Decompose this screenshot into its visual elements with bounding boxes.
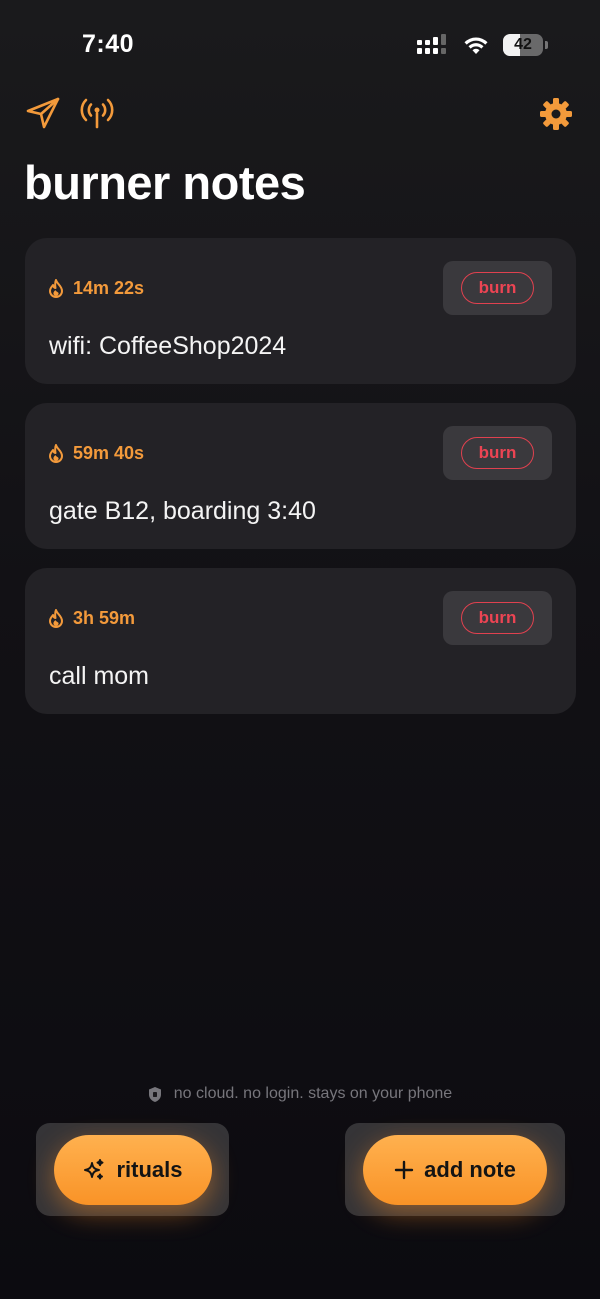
add-note-label: add note <box>424 1156 516 1182</box>
burn-button[interactable]: burn <box>461 437 534 469</box>
broadcast-button[interactable] <box>79 96 115 130</box>
burn-button-container: burn <box>443 261 552 315</box>
note-text: call mom <box>49 662 150 690</box>
note-card[interactable]: 3h 59m call mom burn <box>25 568 576 714</box>
rituals-button-container: rituals <box>36 1123 229 1216</box>
note-timer: 14m 22s <box>49 278 144 299</box>
wifi-icon <box>464 37 488 54</box>
rituals-button[interactable]: rituals <box>53 1134 212 1205</box>
rituals-label: rituals <box>116 1156 183 1182</box>
gear-icon <box>540 98 572 130</box>
add-note-button[interactable]: add note <box>363 1134 547 1205</box>
burn-button[interactable]: burn <box>461 272 534 304</box>
status-time: 7:40 <box>82 30 135 58</box>
notes-list: 14m 22s wifi: CoffeeShop2024 burn 59m 40… <box>25 238 576 733</box>
privacy-notice: no cloud. no login. stays on your phone <box>0 1085 600 1103</box>
battery-nub <box>545 41 548 49</box>
note-text: gate B12, boarding 3:40 <box>49 497 316 525</box>
status-icons: 42 <box>417 34 548 56</box>
settings-button[interactable] <box>538 96 574 132</box>
timer-text: 59m 40s <box>73 443 145 463</box>
shield-icon <box>148 1086 161 1102</box>
battery-icon: 42 <box>503 34 543 56</box>
note-timer: 3h 59m <box>49 608 135 629</box>
note-timer: 59m 40s <box>49 443 144 464</box>
privacy-text: no cloud. no login. stays on your phone <box>173 1085 453 1102</box>
timer-text: 3h 59m <box>73 608 136 628</box>
add-note-button-container: add note <box>345 1123 565 1216</box>
flame-icon <box>49 279 63 298</box>
burn-button-container: burn <box>443 426 552 480</box>
timer-text: 14m 22s <box>73 278 145 298</box>
burn-button-container: burn <box>443 591 552 645</box>
page-title: burner notes <box>24 156 306 209</box>
antenna-icon <box>80 98 114 129</box>
plus-icon <box>394 1160 414 1179</box>
flame-icon <box>49 609 63 628</box>
battery-level: 42 <box>514 36 532 53</box>
sparkles-icon <box>84 1158 104 1179</box>
note-card[interactable]: 59m 40s gate B12, boarding 3:40 burn <box>25 403 576 549</box>
send-button[interactable] <box>25 96 61 130</box>
screen: 7:40 42 burner notes 14m 22s wifi: Coffe… <box>0 0 600 1299</box>
note-card[interactable]: 14m 22s wifi: CoffeeShop2024 burn <box>25 238 576 384</box>
burn-button[interactable]: burn <box>461 602 534 634</box>
flame-icon <box>49 444 63 463</box>
status-bar: 7:40 42 <box>0 0 600 90</box>
toolbar-left <box>25 96 115 130</box>
note-text: wifi: CoffeeShop2024 <box>49 332 287 360</box>
paper-plane-icon <box>26 97 60 129</box>
cellular-signal-icon <box>417 34 446 54</box>
